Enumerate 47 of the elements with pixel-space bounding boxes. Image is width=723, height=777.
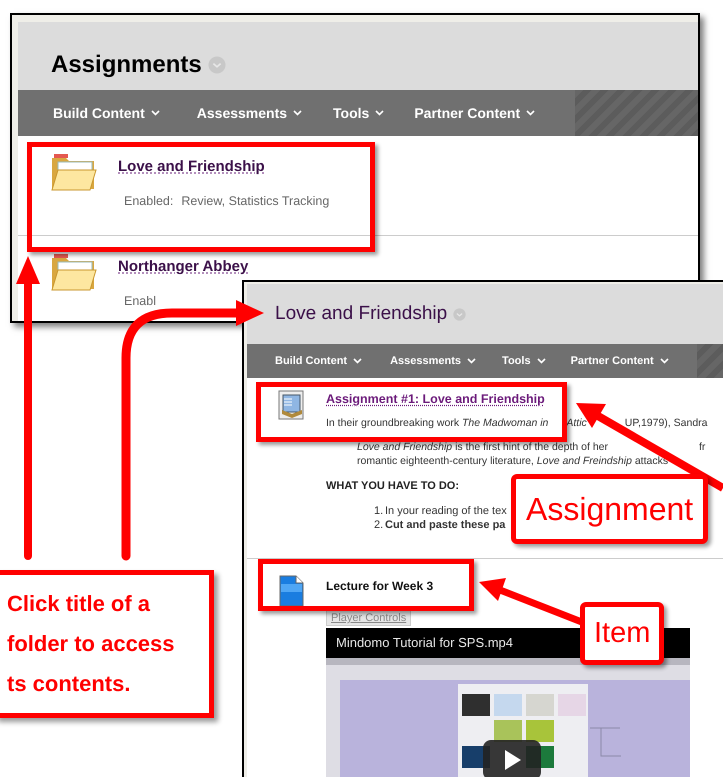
field-label: Enabl [124,292,156,310]
description-text: Attic [566,416,587,431]
callout-label: Assignment [511,474,708,544]
page-title: Assignments [51,50,202,80]
description-text: UP,1979), Sandra [624,416,708,431]
callout-label: Item [580,602,664,665]
chevron-down-icon [353,358,362,364]
menu-button[interactable]: Assessments [390,352,476,370]
page-title: Love and Friendship [275,302,448,326]
quote-text: Love and Friendship is the first hint of the depth of her [357,440,608,454]
callout-text: Click title of a folder to access ts contents. [6,590,175,698]
list-number: 1. [374,504,384,518]
assignment-link[interactable]: Assignment #1: Love and Friendship [326,390,708,409]
chevron-down-icon [467,358,476,364]
menu-button[interactable]: Build Content [275,352,362,370]
menu-button[interactable]: Tools [502,352,546,370]
chevron-circle-icon[interactable] [208,56,226,74]
folder-link[interactable]: Love and Friendship [118,156,330,178]
description-text: In their groundbreaking work The Madwoman in [326,416,548,431]
chevron-down-icon [375,110,384,116]
list-text: Cut and paste these pa [385,518,506,532]
video-title: Mindomo Tutorial for SPS.mp4 [336,634,514,652]
menu-button[interactable]: Partner Content [414,102,536,124]
play-button[interactable] [483,740,541,777]
menu-button[interactable]: Tools [333,102,384,124]
file-icon [279,575,304,607]
menu-button[interactable]: Partner Content [570,352,669,370]
quote-text: romantic eighteenth-century literature, Love and Freindship attacks [357,454,668,468]
chevron-down-icon [526,110,536,116]
folder-link[interactable]: Northanger Abbey [118,256,248,278]
field-label: Enabled: [124,192,174,210]
chevron-down-icon [536,358,546,364]
chevron-down-icon [150,110,160,116]
list-text: In your reading of the tex [385,504,507,518]
folder-icon [50,152,98,192]
section-heading: WHAT YOU HAVE TO DO: [326,478,460,494]
chevron-down-icon [660,358,669,364]
quote-text: fr [699,440,706,454]
menu-button[interactable]: Assessments [196,102,302,124]
field-value: Review, Statistics Tracking [181,192,330,210]
folder-icon [50,252,98,292]
item-title: Lecture for Week 3 [326,578,434,595]
list-number: 2. [374,518,384,532]
document-icon [278,390,304,420]
chevron-circle-icon[interactable] [453,308,466,320]
menu-button[interactable]: Build Content [53,102,160,124]
chevron-down-icon [293,110,302,116]
